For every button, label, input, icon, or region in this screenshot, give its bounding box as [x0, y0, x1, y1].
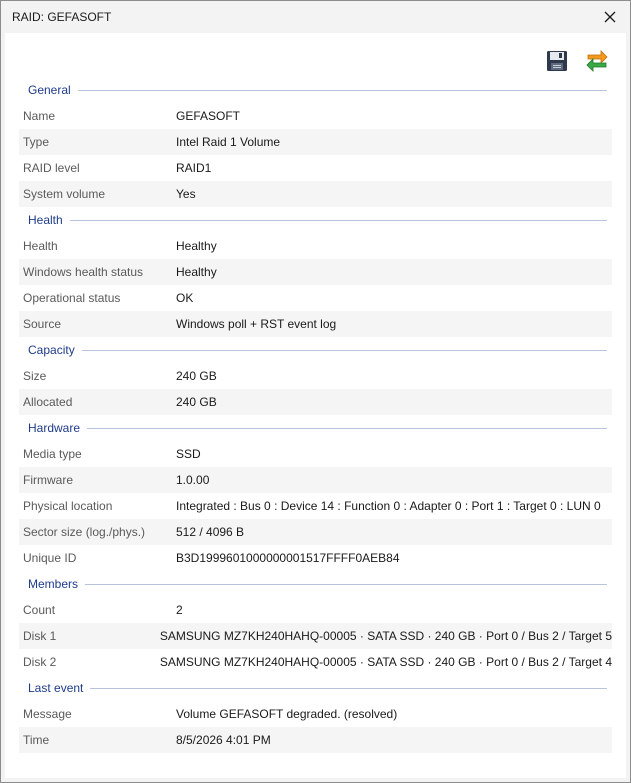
property-label: Unique ID	[23, 551, 77, 565]
property-row: Size 240 GB	[19, 363, 612, 389]
property-value: Healthy	[176, 239, 217, 253]
property-label: Media type	[23, 447, 82, 461]
property-row: Operational status OK	[19, 285, 612, 311]
property-label: Windows health status	[23, 265, 144, 279]
property-label: System volume	[23, 187, 106, 201]
save-icon	[547, 51, 567, 71]
property-value: RAID1	[176, 161, 212, 175]
property-row: Firmware 1.0.00	[19, 467, 612, 493]
property-label: Disk 2	[23, 655, 57, 669]
toolbar	[5, 33, 626, 77]
section-divider	[77, 89, 607, 91]
property-value: 2	[176, 603, 183, 617]
close-icon	[604, 11, 616, 23]
property-value: Integrated : Bus 0 : Device 14 : Functio…	[176, 499, 601, 513]
refresh-icon	[586, 50, 608, 72]
close-button[interactable]	[594, 1, 626, 33]
property-row: Sector size (log./phys.) 512 / 4096 B	[19, 519, 612, 545]
property-value: 512 / 4096 B	[176, 525, 245, 539]
section-header-hardware: Hardware	[19, 415, 612, 441]
properties-panel: General Name GEFASOFT Type Intel Raid 1 Volu…	[5, 33, 626, 778]
section-divider	[90, 687, 607, 689]
property-label: Sector size (log./phys.)	[23, 525, 146, 539]
section-title: Capacity	[28, 343, 75, 357]
property-value: 240 GB	[176, 395, 217, 409]
save-button[interactable]	[544, 48, 570, 74]
property-row: Health Healthy	[19, 233, 612, 259]
property-row: Count 2	[19, 597, 612, 623]
property-value: Intel Raid 1 Volume	[176, 135, 281, 149]
section-divider	[85, 583, 607, 585]
property-label: Allocated	[23, 395, 73, 409]
property-value: 8/5/2026 4:01 PM	[176, 733, 271, 747]
property-value: Healthy	[176, 265, 217, 279]
property-row: Disk 2 SAMSUNG MZ7KH240HAHQ-00005 · SATA …	[19, 649, 612, 675]
property-label: Size	[23, 369, 47, 383]
property-row: System volume Yes	[19, 181, 612, 207]
section-title: Health	[28, 213, 63, 227]
section-header-capacity: Capacity	[19, 337, 612, 363]
property-row: Unique ID B3D1999601000000001517FFFF0AEB8…	[19, 545, 612, 571]
section-divider	[87, 427, 607, 429]
property-label: Health	[23, 239, 58, 253]
property-row: Physical location Integrated : Bus 0 : De…	[19, 493, 612, 519]
raid-properties-window: RAID: GEFASOFT General Name GEFASOFT Typ…	[0, 0, 631, 783]
section-title: Last event	[28, 681, 84, 695]
section-header-general: General	[19, 77, 612, 103]
property-value: B3D1999601000000001517FFFF0AEB84	[176, 551, 400, 565]
section-header-members: Members	[19, 571, 612, 597]
property-value: SSD	[176, 447, 201, 461]
property-value: SAMSUNG MZ7KH240HAHQ-00005 · SATA SSD · …	[159, 629, 612, 643]
property-label: Message	[23, 707, 72, 721]
property-label: Firmware	[23, 473, 73, 487]
title-bar: RAID: GEFASOFT	[1, 1, 630, 33]
property-label: RAID level	[23, 161, 80, 175]
section-header-health: Health	[19, 207, 612, 233]
property-value: 1.0.00	[176, 473, 210, 487]
property-row: Disk 1 SAMSUNG MZ7KH240HAHQ-00005 · SATA …	[19, 623, 612, 649]
property-row: RAID level RAID1	[19, 155, 612, 181]
section-divider	[69, 219, 607, 221]
property-value: GEFASOFT	[176, 109, 241, 123]
section-title: Hardware	[28, 421, 81, 435]
property-row: Message Volume GEFASOFT degraded. (resolv…	[19, 701, 612, 727]
section-divider	[81, 349, 607, 351]
property-value: Volume GEFASOFT degraded. (resolved)	[176, 707, 398, 721]
property-value: Windows poll + RST event log	[176, 317, 337, 331]
property-value: OK	[176, 291, 194, 305]
property-value: Yes	[176, 187, 196, 201]
property-label: Operational status	[23, 291, 121, 305]
property-label: Type	[23, 135, 50, 149]
property-row: Time 8/5/2026 4:01 PM	[19, 727, 612, 753]
property-label: Name	[23, 109, 56, 123]
property-label: Count	[23, 603, 56, 617]
property-row: Allocated 240 GB	[19, 389, 612, 415]
property-label: Disk 1	[23, 629, 57, 643]
section-title: General	[28, 83, 71, 97]
property-row: Type Intel Raid 1 Volume	[19, 129, 612, 155]
window-title: RAID: GEFASOFT	[12, 10, 112, 24]
property-value: SAMSUNG MZ7KH240HAHQ-00005 · SATA SSD · …	[159, 655, 612, 669]
property-label: Time	[23, 733, 50, 747]
properties-list: General Name GEFASOFT Type Intel Raid 1 Volu…	[5, 77, 626, 753]
property-row: Source Windows poll + RST event log	[19, 311, 612, 337]
property-label: Source	[23, 317, 62, 331]
property-label: Physical location	[23, 499, 113, 513]
section-header-last-event: Last event	[19, 675, 612, 701]
property-row: Media type SSD	[19, 441, 612, 467]
property-value: 240 GB	[176, 369, 217, 383]
property-row: Name GEFASOFT	[19, 103, 612, 129]
section-title: Members	[28, 577, 79, 591]
property-row: Windows health status Healthy	[19, 259, 612, 285]
refresh-button[interactable]	[584, 48, 610, 74]
